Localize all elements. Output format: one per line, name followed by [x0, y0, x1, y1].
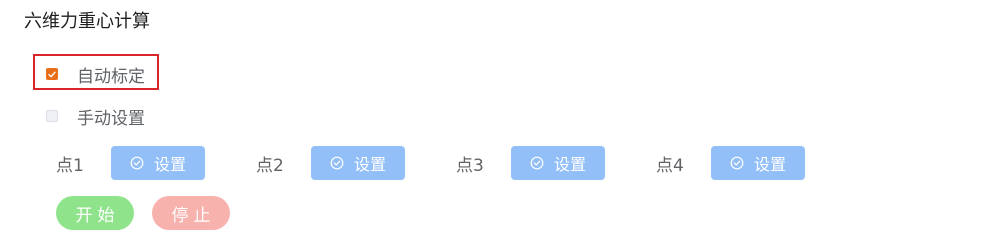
point-2-label: 点2	[256, 155, 284, 176]
point-1-label: 点1	[56, 155, 84, 176]
point-4-set-button[interactable]: 设置	[711, 146, 805, 180]
point-3-set-label: 设置	[553, 155, 586, 174]
point-4-label: 点4	[656, 155, 684, 176]
check-circle-icon	[530, 156, 544, 170]
check-circle-icon	[730, 156, 744, 170]
manual-setting-label: 手动设置	[77, 108, 145, 129]
point-1-set-label: 设置	[153, 155, 186, 174]
page-title: 六维力重心计算	[24, 11, 150, 32]
points-row: 点1 设置 点2 设置 点3 设置 点4 设置	[56, 146, 856, 180]
auto-calibration-checkbox[interactable]: 自动标定	[46, 62, 145, 87]
action-row: 开始 停止	[56, 196, 230, 230]
auto-calibration-label: 自动标定	[77, 66, 145, 87]
point-3-set-button[interactable]: 设置	[511, 146, 605, 180]
manual-setting-checkbox[interactable]: 手动设置	[46, 104, 145, 129]
point-2-set-button[interactable]: 设置	[311, 146, 405, 180]
check-circle-icon	[330, 156, 344, 170]
point-3-label: 点3	[456, 155, 484, 176]
stop-button[interactable]: 停止	[152, 196, 230, 230]
check-circle-icon	[130, 156, 144, 170]
checkbox-unchecked-icon[interactable]	[46, 110, 58, 122]
point-4-set-label: 设置	[753, 155, 786, 174]
point-2-set-label: 设置	[353, 155, 386, 174]
checkbox-checked-icon[interactable]	[46, 68, 58, 80]
start-button[interactable]: 开始	[56, 196, 134, 230]
point-1-set-button[interactable]: 设置	[111, 146, 205, 180]
